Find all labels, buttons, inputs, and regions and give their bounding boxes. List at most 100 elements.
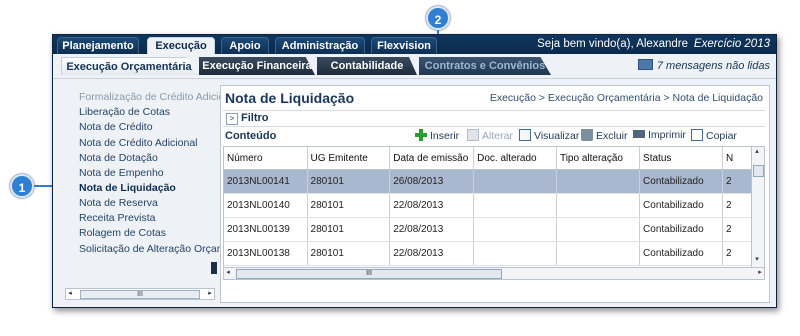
tab-execucao[interactable]: Execução (147, 37, 215, 55)
messages-text: 7 mensagens não lidas (656, 60, 770, 72)
fiscal-year-text[interactable]: Exercício 2013 (694, 38, 770, 50)
cell-tipo-alteracao (556, 193, 641, 218)
callout-1: 1 (10, 174, 34, 198)
print-label: Imprimir (648, 129, 686, 141)
main-panel: Nota de Liquidação Execução > Execução O… (220, 85, 770, 303)
cell-doc-alterado (473, 193, 557, 218)
table-row[interactable]: 2013NL00140 280101 22/08/2013 Contabiliz… (224, 193, 752, 218)
vertical-scroll-thumb[interactable] (753, 165, 764, 177)
cell-numero: 2013NL00138 (224, 241, 308, 266)
sidebar-item-rolagem-cotas[interactable]: Rolagem de Cotas (79, 227, 166, 239)
table-header-row: Número UG Emitente Data de emissão Doc. … (224, 147, 752, 170)
scroll-down-arrow[interactable]: ▾ (753, 255, 761, 265)
expand-chevron-icon[interactable]: > (226, 113, 238, 125)
insert-button[interactable]: Inserir (415, 129, 459, 142)
cell-truncated: 2 (722, 241, 752, 266)
messages-link[interactable]: 7 mensagens não lidas (637, 59, 770, 72)
sidebar-horizontal-scrollbar[interactable]: ◂ III ▸ (65, 288, 215, 300)
column-header-tipo-alteracao[interactable]: Tipo alteração (556, 147, 641, 170)
trash-icon (581, 129, 593, 141)
content-area: Formalização de Crédito Adicional Libera… (53, 79, 776, 307)
sidebar-item-nota-credito-adicional[interactable]: Nota de Crédito Adicional (79, 137, 198, 149)
insert-label: Inserir (430, 130, 460, 142)
callout-2: 2 (426, 6, 450, 30)
scroll-left-arrow[interactable]: ◂ (224, 268, 232, 278)
sidebar-item-nota-dotacao[interactable]: Nota de Dotação (79, 152, 158, 164)
sidebar-item-nota-empenho[interactable]: Nota de Empenho (79, 167, 164, 179)
cell-data-emissao: 26/08/2013 (389, 169, 475, 194)
sidebar-item-nota-credito[interactable]: Nota de Crédito (79, 121, 153, 133)
edit-button[interactable]: Alterar (467, 129, 513, 142)
subtab-execucao-financeira[interactable]: Execução Financeira (199, 57, 315, 75)
content-label: Conteúdo (225, 130, 277, 142)
sidebar-item-receita-prevista[interactable]: Receita Prevista (79, 212, 155, 224)
edit-label: Alterar (482, 130, 513, 142)
scrollbar-thumb[interactable]: III (80, 290, 200, 299)
copy-button[interactable]: Copiar (691, 129, 737, 142)
column-header-data-emissao[interactable]: Data de emissão (389, 147, 475, 170)
breadcrumb: Execução > Execução Orçamentária > Nota … (489, 92, 763, 104)
cell-truncated: 2 (722, 169, 752, 194)
cell-status: Contabilizado (639, 217, 723, 242)
filter-section[interactable]: > Filtro (223, 110, 765, 127)
table-row[interactable]: 2013NL00138 280101 22/08/2013 Contabiliz… (224, 241, 752, 266)
cell-truncated: 2 (722, 193, 752, 218)
cell-ug-emitente: 280101 (307, 241, 391, 266)
tab-apoio[interactable]: Apoio (221, 37, 269, 54)
sidebar-item-nota-reserva[interactable]: Nota de Reserva (79, 197, 158, 209)
horizontal-scroll-thumb[interactable]: III (236, 269, 502, 279)
scroll-up-arrow[interactable]: ▴ (753, 147, 761, 157)
filter-label: Filtro (241, 112, 269, 124)
subtab-contabilidade[interactable]: Contabilidade (317, 57, 417, 75)
magnifier-icon (519, 129, 531, 141)
scroll-right-arrow[interactable]: ▸ (206, 289, 214, 299)
table-row[interactable]: 2013NL00141 280101 26/08/2013 Contabiliz… (224, 169, 752, 194)
envelope-icon (637, 59, 653, 70)
welcome-text: Seja bem vindo(a), Alexandre (537, 38, 688, 50)
plus-icon (415, 129, 427, 141)
delete-button[interactable]: Excluir (581, 129, 628, 142)
tab-planejamento[interactable]: Planejamento (57, 37, 139, 54)
subtab-contratos-convenios[interactable]: Contratos e Convênios (419, 57, 551, 75)
app-window: Planejamento Execução Apoio Administraçã… (52, 34, 777, 308)
scroll-left-arrow[interactable]: ◂ (66, 289, 74, 299)
tab-flexvision[interactable]: Flexvision (371, 37, 437, 54)
sidebar: Formalização de Crédito Adicional Libera… (59, 85, 240, 305)
column-header-doc-alterado[interactable]: Doc. alterado (473, 147, 557, 170)
print-button[interactable]: Imprimir (633, 129, 686, 141)
column-header-ug-emitente[interactable]: UG Emitente (307, 147, 391, 170)
subtab-execucao-orcamentaria[interactable]: Execução Orçamentária (61, 57, 197, 75)
cell-ug-emitente: 280101 (307, 217, 391, 242)
sidebar-item-formalizacao[interactable]: Formalização de Crédito Adicional (79, 91, 238, 103)
view-label: Visualizar (534, 130, 580, 142)
cell-ug-emitente: 280101 (307, 193, 391, 218)
sidebar-item-solicitacao-alteracao[interactable]: Solicitação de Alteração Orçament (79, 243, 240, 255)
sidebar-item-liberacao-cotas[interactable]: Liberação de Cotas (79, 106, 170, 118)
sidebar-item-nota-liquidacao[interactable]: Nota de Liquidação (79, 182, 176, 194)
column-header-numero[interactable]: Número (224, 147, 308, 170)
collapse-sidebar-handle[interactable] (211, 262, 217, 274)
cell-numero: 2013NL00141 (224, 169, 308, 194)
cell-data-emissao: 22/08/2013 (389, 241, 475, 266)
cell-numero: 2013NL00139 (224, 217, 308, 242)
tab-administracao[interactable]: Administração (275, 37, 365, 54)
sub-navigation: Execução Orçamentária Execução Financeir… (53, 54, 776, 79)
column-header-truncated[interactable]: N (722, 147, 752, 170)
cell-numero: 2013NL00140 (224, 193, 308, 218)
cell-tipo-alteracao (556, 241, 641, 266)
copy-label: Copiar (706, 130, 737, 142)
cell-truncated: 2 (722, 217, 752, 242)
delete-label: Excluir (596, 130, 628, 142)
cell-tipo-alteracao (556, 169, 641, 194)
table-vertical-scrollbar[interactable]: ▴ ▾ (751, 146, 765, 268)
cell-status: Contabilizado (639, 241, 723, 266)
document-edit-icon (467, 129, 479, 141)
view-button[interactable]: Visualizar (519, 129, 579, 142)
scroll-right-arrow[interactable]: ▸ (756, 268, 764, 278)
cell-ug-emitente: 280101 (307, 169, 391, 194)
printer-icon (633, 130, 645, 138)
cell-data-emissao: 22/08/2013 (389, 217, 475, 242)
table-row[interactable]: 2013NL00139 280101 22/08/2013 Contabiliz… (224, 217, 752, 242)
table-horizontal-scrollbar[interactable]: ◂ III ▸ (223, 267, 765, 280)
column-header-status[interactable]: Status (639, 147, 723, 170)
